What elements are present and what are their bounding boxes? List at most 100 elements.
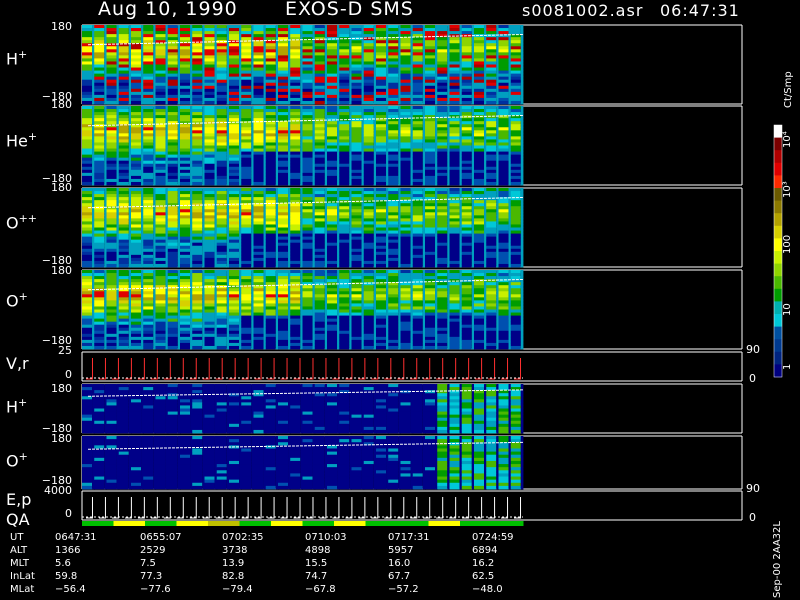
spectrogram-cell — [82, 260, 93, 265]
spectrogram-cell — [241, 25, 252, 29]
spectrogram-cell — [216, 175, 227, 180]
spectrogram-cell — [204, 160, 215, 165]
spectrogram-cell — [131, 151, 142, 156]
spectrogram-cell — [290, 157, 301, 162]
spectrogram-cell — [498, 139, 509, 143]
spectrogram-cell — [376, 142, 387, 146]
spectrogram-cell — [449, 85, 460, 90]
spectrogram-cell — [314, 136, 325, 140]
spectrogram-cell — [278, 91, 289, 96]
spectrogram-gap — [520, 73, 524, 78]
spectrogram-cell — [351, 172, 362, 177]
spectrogram-cell — [241, 136, 252, 140]
spectrogram-cell — [376, 121, 387, 125]
spectrogram-cell — [302, 233, 313, 238]
spectrogram-cell — [486, 34, 497, 38]
spectrogram-cell — [265, 64, 276, 68]
spectrogram-cell — [216, 166, 227, 171]
spectrogram-cell — [118, 169, 129, 174]
spectrogram-cell — [106, 194, 117, 198]
spectrogram-cell — [155, 188, 166, 192]
spectrogram-cell — [167, 191, 178, 195]
spectrogram-cell — [118, 127, 129, 131]
spectrogram-cell — [388, 175, 399, 180]
spectrogram-cell — [400, 181, 411, 186]
spectrogram-cell — [167, 224, 178, 228]
spectrogram-cell — [425, 64, 436, 68]
spectrogram-cell — [180, 260, 191, 265]
spectrogram-cell — [327, 94, 338, 99]
spectrogram-cell — [94, 248, 105, 253]
spectrogram-cell — [290, 215, 301, 219]
spectrogram-cell — [167, 70, 178, 75]
spectrogram-cell — [143, 106, 154, 110]
spectrogram-cell — [302, 157, 313, 162]
spectrogram-cell — [229, 163, 240, 168]
spectrogram-cell — [376, 151, 387, 156]
spectrogram-cell — [94, 112, 105, 116]
spectrogram-cell — [192, 215, 203, 219]
spectrogram-cell — [118, 28, 129, 32]
spectrogram-cell — [437, 25, 448, 29]
spectrogram-cell — [474, 58, 485, 62]
spectrogram-cell — [241, 127, 252, 131]
spectrogram-cell — [498, 142, 509, 146]
spectrogram-cell — [180, 218, 191, 222]
spectrogram-gap — [520, 166, 524, 171]
spectrogram-cell — [265, 91, 276, 96]
spectrogram-cell — [143, 130, 154, 134]
spectrogram-cell — [94, 203, 105, 207]
spectrogram-cell — [94, 215, 105, 219]
spectrogram-cell — [180, 64, 191, 68]
spectrogram-cell — [241, 242, 252, 247]
spectrogram-cell — [192, 172, 203, 177]
spectrogram-cell — [204, 34, 215, 38]
spectrogram-cell — [486, 85, 497, 90]
spectrogram-cell — [510, 157, 521, 162]
spectrogram-cell — [486, 157, 497, 162]
spectrogram-cell — [510, 181, 521, 186]
spectrogram-cell — [314, 263, 325, 268]
spectrogram-cell — [474, 61, 485, 65]
spectrogram-cell — [143, 91, 154, 96]
spectrogram-cell — [363, 55, 374, 59]
spectrogram-cell — [204, 197, 215, 201]
spectrogram-cell — [131, 224, 142, 228]
spectrogram-cell — [180, 151, 191, 156]
spectrogram-cell — [339, 76, 350, 81]
spectrogram-cell — [180, 115, 191, 119]
spectrogram-cell — [82, 46, 93, 50]
spectrogram-cell — [461, 64, 472, 68]
spectrogram-cell — [290, 209, 301, 213]
spectrogram-cell — [388, 148, 399, 152]
spectrogram-cell — [82, 148, 93, 152]
spectrogram-cell — [180, 46, 191, 50]
spectrogram-cell — [425, 67, 436, 71]
spectrogram-cell — [167, 100, 178, 105]
spectrogram-cell — [216, 191, 227, 195]
spectrogram-cell — [94, 157, 105, 162]
spectrogram-cell — [155, 245, 166, 250]
spectrogram-cell — [486, 76, 497, 81]
spectrogram-cell — [388, 163, 399, 168]
spectrogram-cell — [510, 25, 521, 29]
spectrogram-cell — [131, 236, 142, 241]
spectrogram-cell — [118, 61, 129, 65]
spectrogram-cell — [229, 260, 240, 265]
spectrogram-cell — [155, 200, 166, 204]
spectrogram-cell — [143, 46, 154, 50]
spectrogram-cell — [425, 181, 436, 186]
spectrogram-cell — [94, 58, 105, 62]
spectrogram-cell — [216, 197, 227, 201]
spectrogram-cell — [204, 242, 215, 247]
spectrogram-cell — [290, 221, 301, 225]
spectrogram-cell — [498, 64, 509, 68]
spectrogram-cell — [180, 194, 191, 198]
spectrogram-cell — [412, 154, 423, 159]
spectrogram-cell — [131, 181, 142, 186]
spectrogram-cell — [278, 227, 289, 231]
spectrogram-cell — [474, 154, 485, 159]
spectrogram-cell — [180, 88, 191, 93]
spectrogram-cell — [363, 230, 374, 234]
spectrogram-cell — [290, 254, 301, 259]
